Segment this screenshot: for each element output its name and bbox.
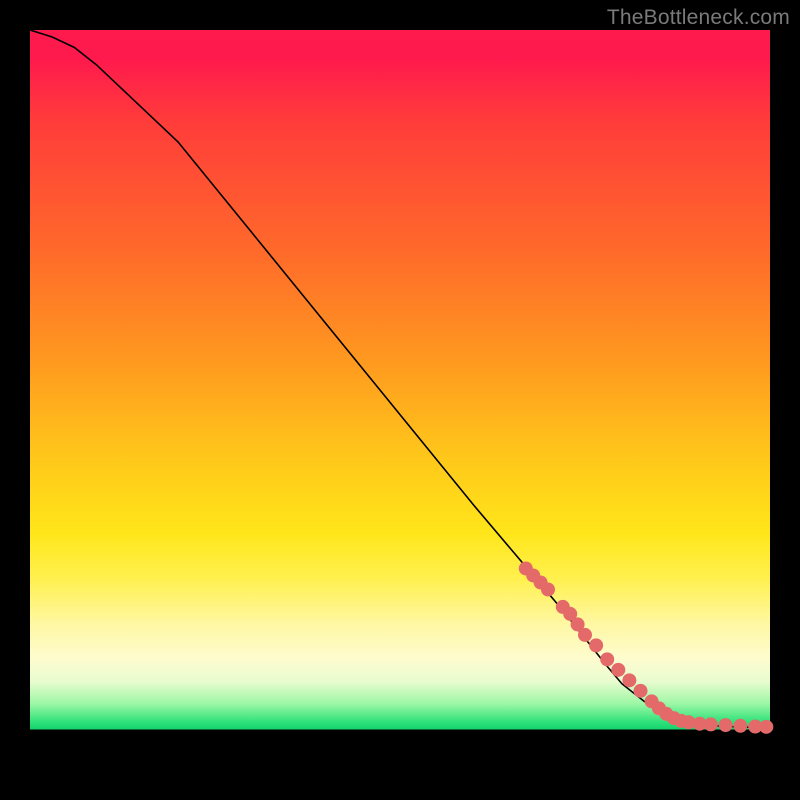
scatter-point xyxy=(704,717,718,731)
chart-stage: TheBottleneck.com xyxy=(0,0,800,800)
scatter-point xyxy=(541,582,555,596)
scatter-point xyxy=(759,720,773,734)
scatter-point xyxy=(634,684,648,698)
scatter-points xyxy=(519,561,774,733)
plot-svg xyxy=(30,30,770,770)
scatter-point xyxy=(589,638,603,652)
curve-line xyxy=(30,30,770,727)
plot-area xyxy=(30,30,770,770)
scatter-point xyxy=(622,673,636,687)
scatter-point xyxy=(611,663,625,677)
scatter-point xyxy=(578,628,592,642)
scatter-point xyxy=(733,719,747,733)
scatter-point xyxy=(600,652,614,666)
watermark-text: TheBottleneck.com xyxy=(607,6,790,30)
scatter-point xyxy=(719,718,733,732)
